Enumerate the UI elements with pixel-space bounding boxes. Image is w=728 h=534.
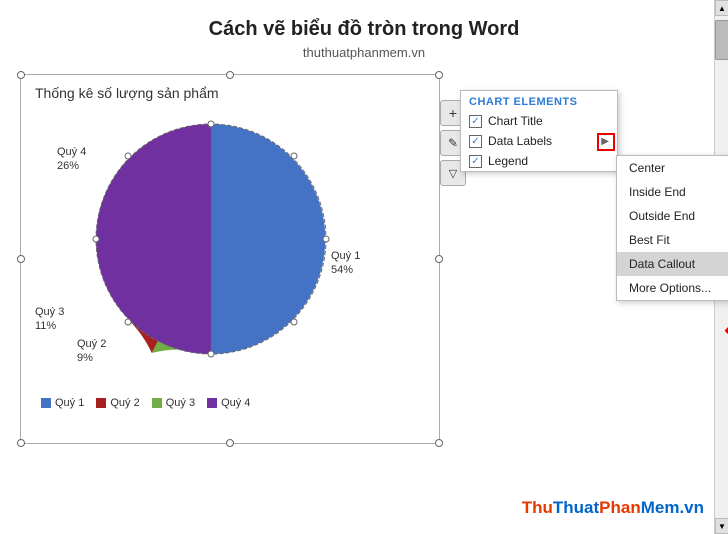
pie-handle-top[interactable] [208, 121, 214, 127]
page-title: Cách vẽ biểu đồ tròn trong Word [0, 18, 728, 41]
legend-item-quy2: Quý 2 [96, 397, 139, 409]
brand-mem: Mem [641, 498, 680, 517]
pie-handle-bl[interactable] [125, 319, 131, 325]
submenu-outside-end[interactable]: Outside End [617, 204, 728, 228]
pie-segment-quy4[interactable] [96, 124, 211, 354]
chart-title: Thống kê số lượng sản phẩm [35, 85, 429, 101]
chart-legend: Quý 1 Quý 2 Quý 3 Quý 4 [41, 397, 429, 409]
label-quy3: Quý 3 11% [35, 305, 64, 334]
handle-tr[interactable] [435, 71, 443, 79]
pie-chart-area: Quý 1 54% Quý 2 9% Quý 3 11% Quý 4 26% [31, 109, 421, 389]
brand-vn: .vn [679, 498, 704, 517]
panel-title: CHART ELEMENTS [461, 91, 617, 111]
panel-item-legend[interactable]: Legend [461, 151, 617, 171]
handle-bl[interactable] [17, 439, 25, 447]
handle-ml[interactable] [17, 255, 25, 263]
brand-footer: ThuThuatPhanMem.vn [522, 498, 704, 518]
legend-color-quy3 [152, 398, 162, 408]
chart-elements-panel: CHART ELEMENTS Chart Title Data Labels ▶… [460, 90, 618, 172]
label-quy2: Quý 2 9% [77, 337, 106, 366]
scroll-up-button[interactable]: ▲ [715, 0, 728, 16]
submenu-inside-end[interactable]: Inside End [617, 180, 728, 204]
scroll-down-button[interactable]: ▼ [715, 518, 728, 534]
label-chart-title: Chart Title [488, 114, 609, 128]
pie-handle-bottom[interactable] [208, 351, 214, 357]
pie-handle-left[interactable] [93, 236, 99, 242]
panel-item-data-labels[interactable]: Data Labels ▶ [461, 131, 617, 151]
checkbox-legend[interactable] [469, 155, 482, 168]
legend-label-quy1: Quý 1 [55, 397, 84, 409]
handle-tc[interactable] [226, 71, 234, 79]
page-header: Cách vẽ biểu đồ tròn trong Word thuthuat… [0, 0, 728, 64]
submenu-best-fit[interactable]: Best Fit [617, 228, 728, 252]
pie-handle-tr[interactable] [291, 153, 297, 159]
label-data-labels: Data Labels [488, 134, 595, 148]
chart-container: Thống kê số lượng sản phẩm [20, 74, 440, 444]
submenu-center[interactable]: Center [617, 156, 728, 180]
legend-item-quy4: Quý 4 [207, 397, 250, 409]
checkbox-chart-title[interactable] [469, 115, 482, 128]
submenu-more-options[interactable]: More Options... [617, 276, 728, 300]
page-subtitle: thuthuatphanmem.vn [0, 45, 728, 60]
submenu-data-callout[interactable]: Data Callout [617, 252, 728, 276]
legend-label-quy2: Quý 2 [110, 397, 139, 409]
pie-svg [81, 109, 341, 369]
handle-bc[interactable] [226, 439, 234, 447]
label-legend: Legend [488, 154, 609, 168]
red-arrow-indicator: ➜ [724, 320, 728, 341]
handle-mr[interactable] [435, 255, 443, 263]
panel-item-chart-title[interactable]: Chart Title [461, 111, 617, 131]
pie-handle-right[interactable] [323, 236, 329, 242]
checkbox-data-labels[interactable] [469, 135, 482, 148]
brand-thuat: Thuat [553, 498, 599, 517]
legend-item-quy3: Quý 3 [152, 397, 195, 409]
data-labels-submenu: Center Inside End Outside End Best Fit D… [616, 155, 728, 301]
data-labels-arrow[interactable]: ▶ [601, 136, 609, 147]
legend-item-quy1: Quý 1 [41, 397, 84, 409]
brand-thu: Thu [522, 498, 553, 517]
legend-color-quy2 [96, 398, 106, 408]
legend-label-quy3: Quý 3 [166, 397, 195, 409]
legend-color-quy1 [41, 398, 51, 408]
handle-br[interactable] [435, 439, 443, 447]
pie-handle-tl[interactable] [125, 153, 131, 159]
legend-color-quy4 [207, 398, 217, 408]
handle-tl[interactable] [17, 71, 25, 79]
brand-phan: Phan [599, 498, 641, 517]
pie-handle-br[interactable] [291, 319, 297, 325]
legend-label-quy4: Quý 4 [221, 397, 250, 409]
scroll-thumb[interactable] [715, 20, 728, 60]
label-quy1: Quý 1 54% [331, 249, 360, 278]
label-quy4: Quý 4 26% [57, 145, 86, 174]
